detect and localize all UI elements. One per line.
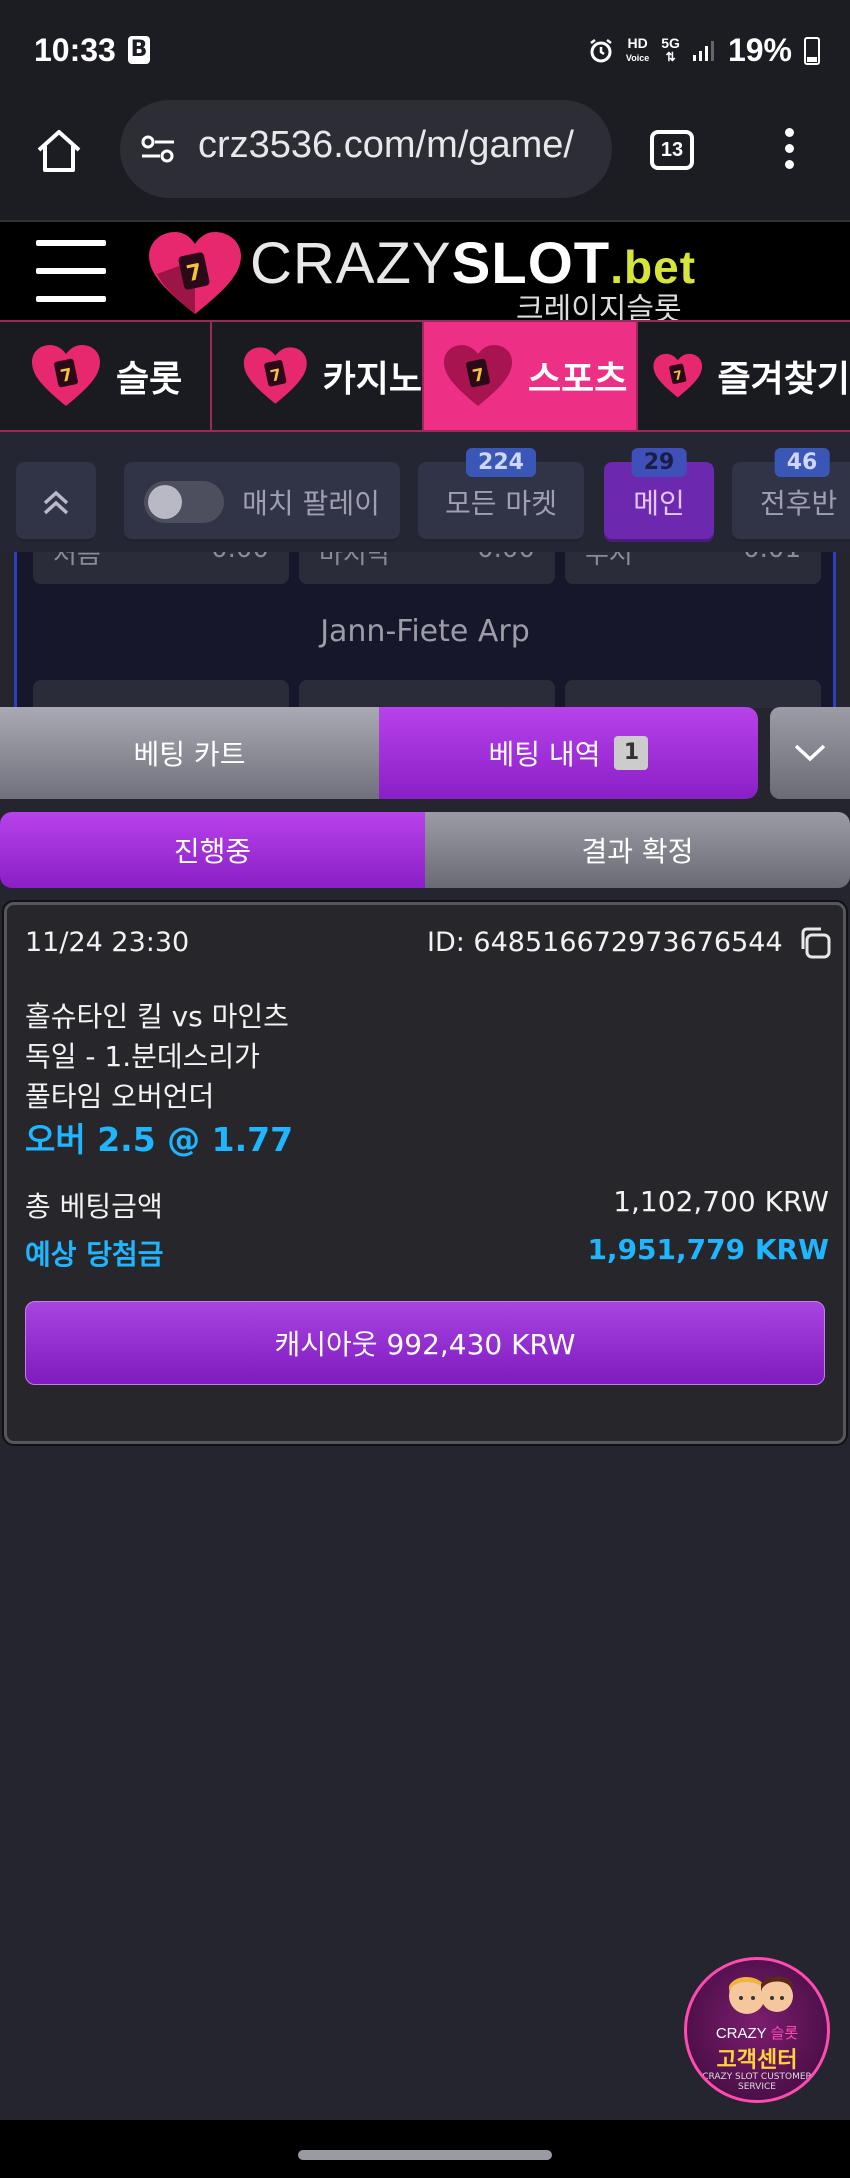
category-sports[interactable]: 7 스포츠 bbox=[424, 322, 638, 430]
stake-label: 총 베팅금액 bbox=[25, 1190, 163, 1223]
tab-all-markets[interactable]: 224 모든 마켓 bbox=[418, 448, 584, 542]
bet-pick: 오버 2.5 @ 1.77 bbox=[25, 1120, 294, 1159]
sports-heart-icon: 7 bbox=[444, 345, 512, 406]
site-header: 7 CRAZYSLOT.bet 크레이지슬롯 bbox=[0, 220, 850, 327]
hamburger-menu-icon[interactable] bbox=[36, 240, 106, 304]
odds-cell[interactable] bbox=[565, 680, 821, 708]
support-brand: CRAZY 슬롯 bbox=[715, 2025, 799, 2042]
tab-label: 결과 확정 bbox=[581, 835, 694, 868]
tab-label: 베팅 카트 bbox=[133, 738, 246, 771]
browser-menu-icon[interactable] bbox=[782, 128, 796, 172]
app-b-icon: B bbox=[128, 36, 150, 64]
battery-icon bbox=[804, 36, 820, 65]
bet-id: ID: 648516672973676544 bbox=[427, 927, 783, 958]
address-bar[interactable]: crz3536.com/m/game/ bbox=[120, 100, 612, 198]
bet-league: 독일 - 1.분데스리가 bbox=[25, 1040, 260, 1073]
bet-date: 11/24 23:30 bbox=[25, 927, 190, 958]
mascot-icon bbox=[729, 1976, 793, 2014]
customer-service-button[interactable]: CRAZY 슬롯 고객센터 CRAZY SLOT CUSTOMER SERVIC… bbox=[684, 1957, 830, 2103]
odds-cell[interactable]: 마지막0.00 bbox=[299, 552, 555, 584]
category-favorites[interactable]: 7 즐겨찾기 bbox=[638, 322, 850, 430]
tab-bet-history[interactable]: 베팅 내역 1 bbox=[379, 707, 758, 799]
odds-cell[interactable]: 무시0.01 bbox=[565, 552, 821, 584]
slot-heart-icon: 7 bbox=[32, 345, 100, 406]
battery-percent: 19% bbox=[727, 32, 792, 68]
bet-card: 11/24 23:30 ID: 648516672973676544 홀슈타인 … bbox=[4, 902, 846, 1444]
market-count-badge: 29 bbox=[631, 448, 687, 477]
bet-status-tabs: 진행중 결과 확정 bbox=[0, 812, 850, 888]
status-time: 10:33 bbox=[34, 32, 116, 68]
browser-toolbar: crz3536.com/m/game/ 13 bbox=[0, 100, 850, 220]
category-casino[interactable]: 7 카지노 bbox=[212, 322, 424, 430]
tab-label: 진행중 bbox=[173, 835, 252, 868]
logo-heart-icon[interactable]: 7 bbox=[145, 230, 245, 318]
category-label: 스포츠 bbox=[528, 359, 628, 400]
market-count-badge: 46 bbox=[774, 448, 830, 477]
odds-cell[interactable] bbox=[299, 680, 555, 708]
tab-label: 메인 bbox=[633, 487, 685, 520]
market-filter-bar: 매치 팔레이 224 모든 마켓 29 메인 46 전후반 bbox=[0, 432, 850, 552]
payout-value: 1,951,779 KRW bbox=[587, 1233, 829, 1266]
tab-switcher-button[interactable]: 13 bbox=[650, 130, 694, 170]
status-bar: 10:33 B HD Voice 5G ⇅ 19% bbox=[0, 0, 850, 100]
casino-heart-icon: 7 bbox=[243, 347, 307, 404]
category-slot[interactable]: 7 슬롯 bbox=[0, 322, 212, 430]
gesture-handle[interactable] bbox=[298, 2150, 552, 2160]
tab-label: 베팅 내역 bbox=[488, 738, 601, 771]
scroll-up-button[interactable] bbox=[16, 462, 96, 542]
stake-value: 1,102,700 KRW bbox=[613, 1185, 829, 1218]
collapse-bet-slip-button[interactable] bbox=[770, 707, 850, 799]
category-nav: 7 슬롯 7 카지노 7 스포츠 7 즐겨찾기 bbox=[0, 320, 850, 432]
odds-cell[interactable]: 처음0.00 bbox=[33, 552, 289, 584]
market-count-badge: 224 bbox=[466, 448, 536, 477]
match-parlay-label: 매치 팔레이 bbox=[242, 487, 380, 520]
cashout-button[interactable]: 캐시아웃 992,430 KRW bbox=[25, 1301, 825, 1385]
tab-in-progress[interactable]: 진행중 bbox=[0, 812, 425, 888]
tab-label: 모든 마켓 bbox=[445, 487, 557, 520]
category-label: 슬롯 bbox=[116, 359, 183, 400]
alarm-icon bbox=[590, 38, 612, 62]
network-5g-icon: 5G ⇅ bbox=[661, 35, 680, 64]
chevron-down-icon bbox=[794, 744, 826, 762]
system-nav-bar bbox=[0, 2120, 850, 2178]
bet-slip-tabs: 베팅 카트 베팅 내역 1 bbox=[0, 707, 758, 799]
bet-match: 홀슈타인 킬 vs 마인츠 bbox=[25, 1000, 289, 1033]
category-label: 즐겨찾기 bbox=[717, 359, 850, 400]
history-count-badge: 1 bbox=[614, 736, 649, 770]
tab-bet-cart[interactable]: 베팅 카트 bbox=[0, 707, 379, 799]
support-title: 고객센터 bbox=[716, 2048, 798, 2073]
favorites-heart-icon: 7 bbox=[653, 353, 703, 398]
signal-icon bbox=[692, 40, 714, 61]
player-name: Jann-Fiete Arp bbox=[320, 614, 530, 649]
hd-voice-icon: HD Voice bbox=[625, 34, 650, 63]
match-parlay-toggle[interactable]: 매치 팔레이 bbox=[124, 462, 400, 542]
category-label: 카지노 bbox=[322, 359, 422, 400]
odds-cell[interactable] bbox=[33, 680, 289, 708]
support-subtitle: CRAZY SLOT CUSTOMER SERVICE bbox=[702, 2072, 812, 2092]
tab-halves[interactable]: 46 전후반 bbox=[732, 448, 850, 542]
copy-icon[interactable] bbox=[797, 925, 833, 961]
match-odds-area: 처음0.00 마지막0.00 무시0.01 Jann-Fiete Arp bbox=[14, 552, 836, 708]
site-settings-icon[interactable] bbox=[140, 134, 176, 164]
home-icon[interactable] bbox=[34, 126, 84, 176]
tab-main[interactable]: 29 메인 bbox=[604, 448, 714, 542]
tab-label: 전후반 bbox=[760, 487, 838, 520]
payout-label: 예상 당첨금 bbox=[25, 1238, 164, 1271]
double-chevron-up-icon bbox=[43, 490, 69, 515]
url-text[interactable]: crz3536.com/m/game/ bbox=[198, 124, 574, 167]
bet-market: 풀타임 오버언더 bbox=[25, 1080, 215, 1113]
tab-settled[interactable]: 결과 확정 bbox=[425, 812, 850, 888]
toggle-switch[interactable] bbox=[144, 481, 225, 523]
status-indicators: HD Voice 5G ⇅ 19% bbox=[588, 32, 820, 69]
